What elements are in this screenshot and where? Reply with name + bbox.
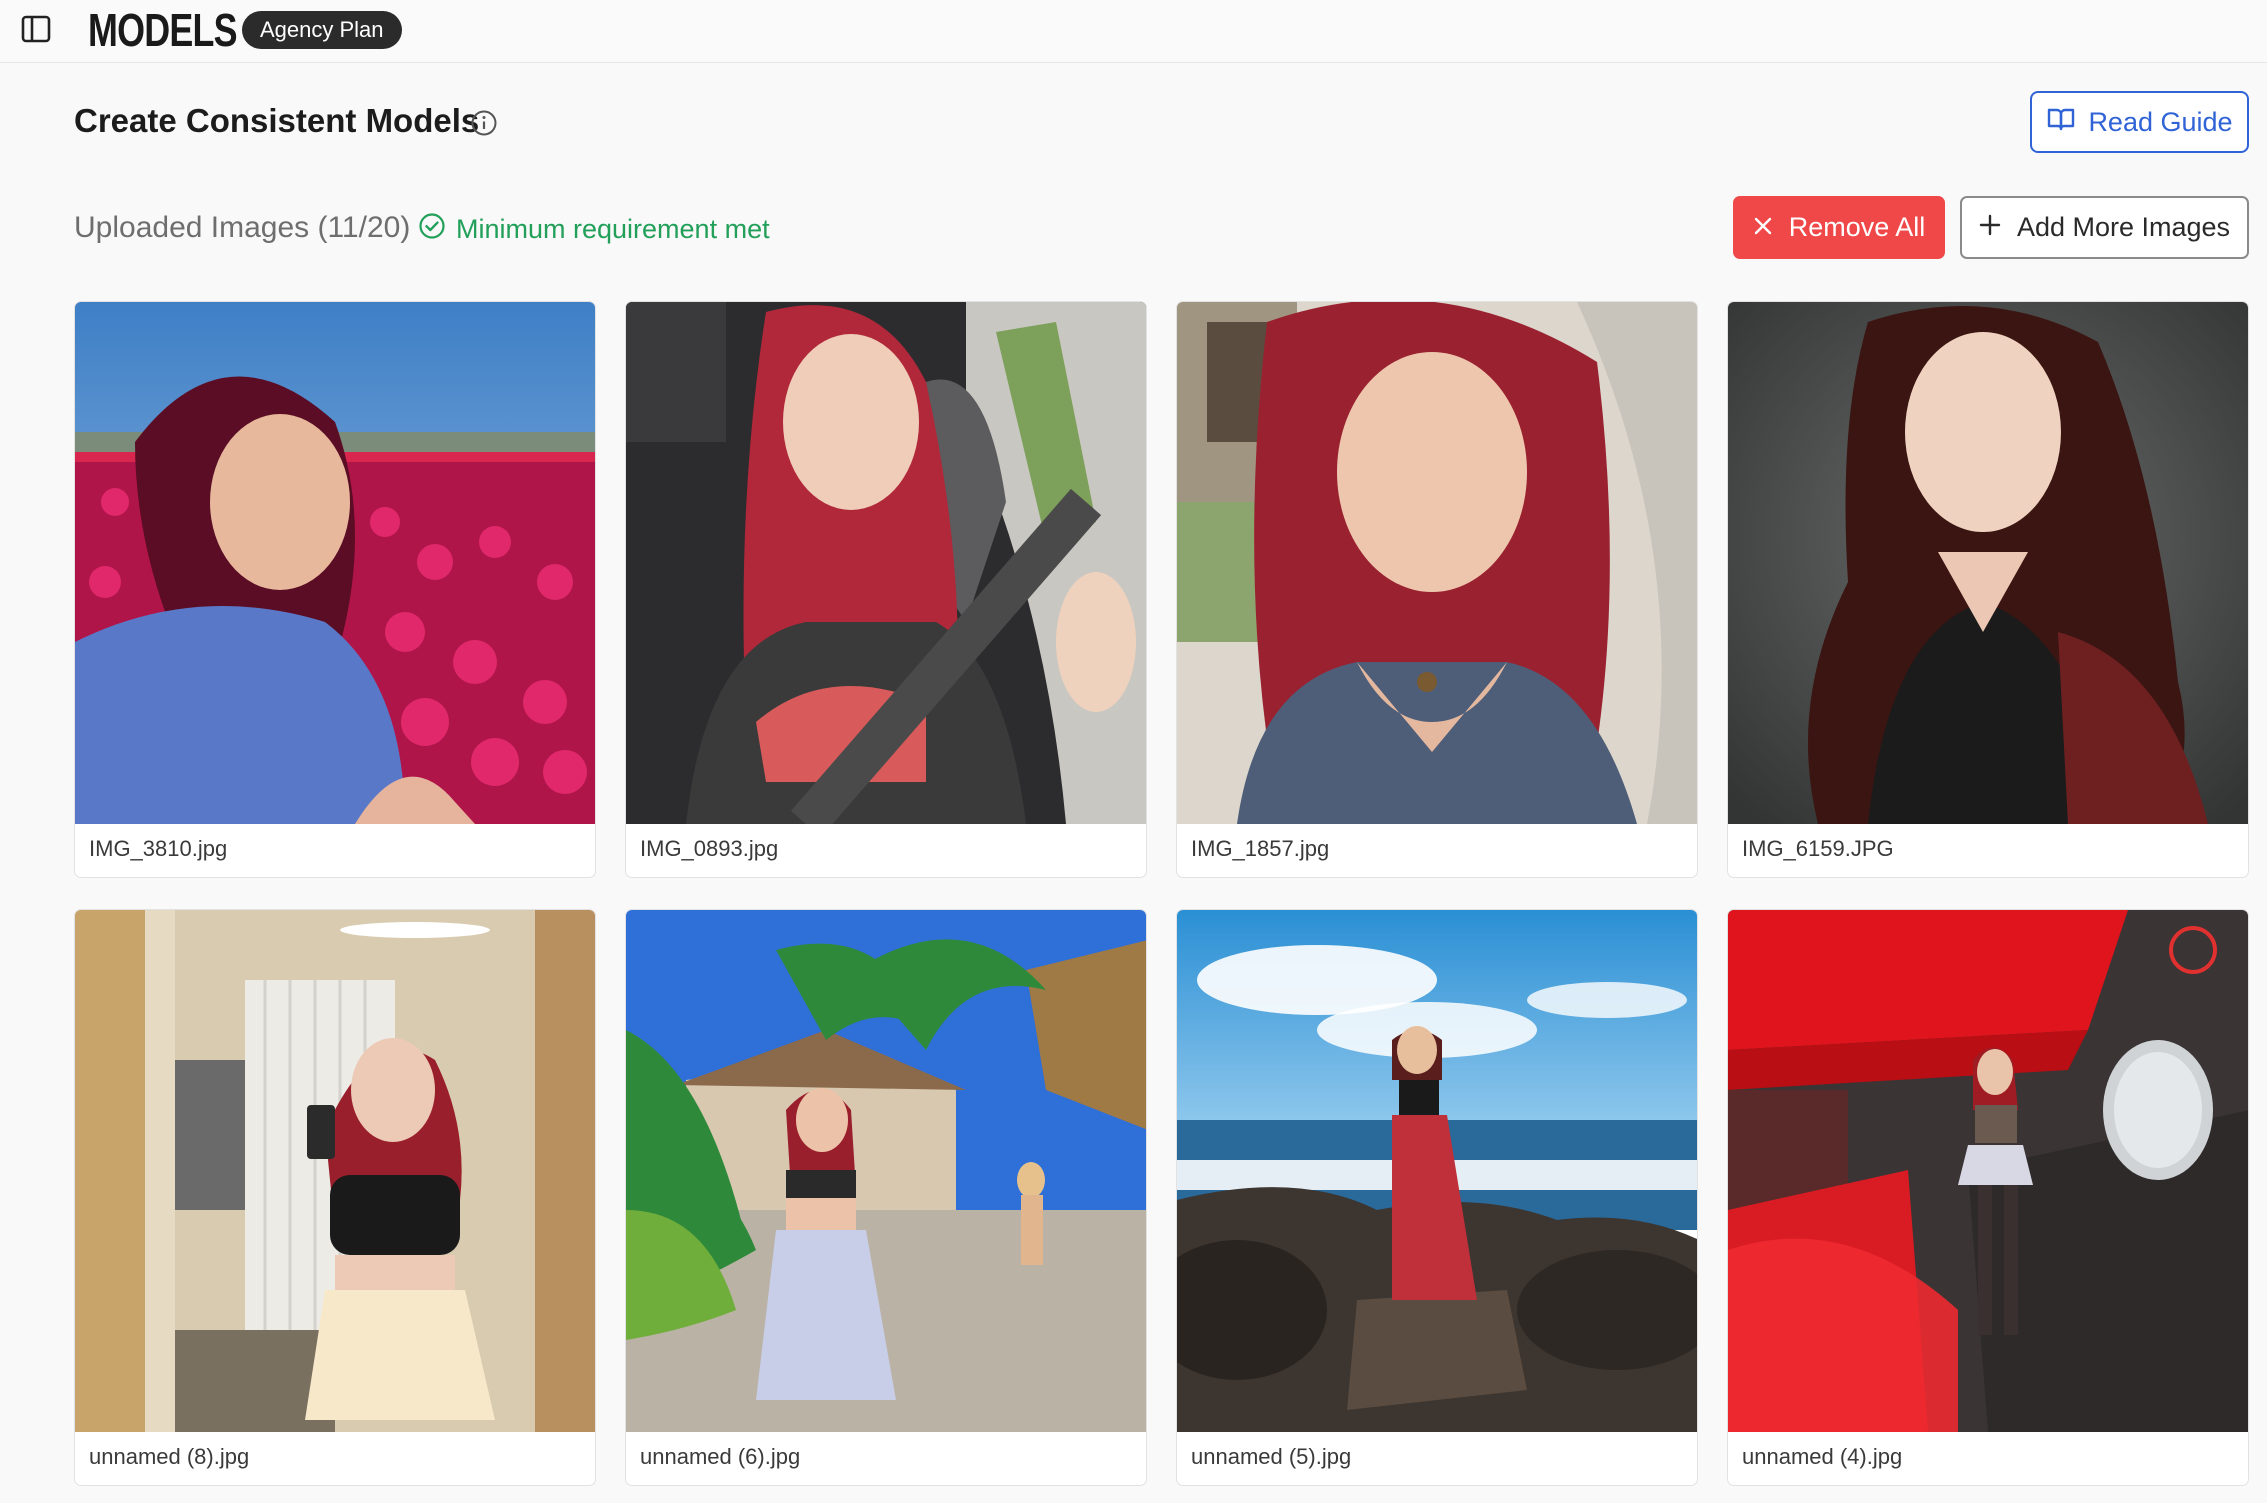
plan-badge: Agency Plan (242, 11, 402, 49)
image-filename: unnamed (5).jpg (1191, 1444, 1352, 1469)
image-card[interactable]: unnamed (6).jpg (625, 909, 1147, 1486)
close-icon (1753, 212, 1773, 243)
image-card[interactable]: IMG_0893.jpg (625, 301, 1147, 878)
remove-all-button[interactable]: Remove All (1733, 196, 1945, 259)
image-card[interactable]: IMG_3810.jpg (74, 301, 596, 878)
image-filename: IMG_3810.jpg (89, 836, 228, 861)
image-filename: IMG_1857.jpg (1191, 836, 1330, 861)
image-filename: unnamed (6).jpg (640, 1444, 801, 1469)
page-title: Create Consistent Models (74, 102, 480, 139)
info-icon[interactable] (470, 109, 498, 137)
image-card[interactable]: IMG_6159.JPG (1727, 301, 2249, 878)
remove-all-label: Remove All (1788, 212, 1926, 242)
image-filename: IMG_0893.jpg (640, 836, 779, 861)
plus-icon (1979, 212, 2001, 243)
image-thumbnail (1177, 302, 1697, 824)
add-more-images-button[interactable]: Add More Images (1960, 196, 2249, 259)
image-filename: unnamed (4).jpg (1742, 1444, 1903, 1469)
brand-logo: MODELS (88, 4, 238, 56)
image-thumbnail (626, 910, 1146, 1432)
image-thumbnail (1177, 910, 1697, 1432)
image-thumbnail (626, 302, 1146, 824)
image-thumbnail (75, 910, 595, 1432)
add-more-images-label: Add More Images (2016, 212, 2231, 242)
image-card[interactable]: unnamed (5).jpg (1176, 909, 1698, 1486)
image-filename: IMG_6159.JPG (1742, 836, 1894, 861)
image-card[interactable]: IMG_1857.jpg (1176, 301, 1698, 878)
read-guide-label: Read Guide (2088, 106, 2233, 137)
image-filename: unnamed (8).jpg (89, 1444, 250, 1469)
uploaded-images-count: Uploaded Images (11/20) (74, 211, 411, 244)
read-guide-button[interactable]: Read Guide (2030, 91, 2249, 153)
image-thumbnail (1728, 910, 2248, 1432)
image-thumbnail (1728, 302, 2248, 824)
requirement-status: Minimum requirement met (418, 212, 770, 247)
image-thumbnail (75, 302, 595, 824)
image-card[interactable]: unnamed (4).jpg (1727, 909, 2249, 1486)
book-icon (2046, 105, 2076, 140)
image-card[interactable]: unnamed (8).jpg (74, 909, 596, 1486)
sidebar-toggle-icon[interactable] (20, 13, 52, 45)
top-bar: MODELS Agency Plan (0, 0, 2267, 63)
requirement-status-text: Minimum requirement met (456, 214, 770, 244)
check-circle-icon (418, 212, 446, 247)
